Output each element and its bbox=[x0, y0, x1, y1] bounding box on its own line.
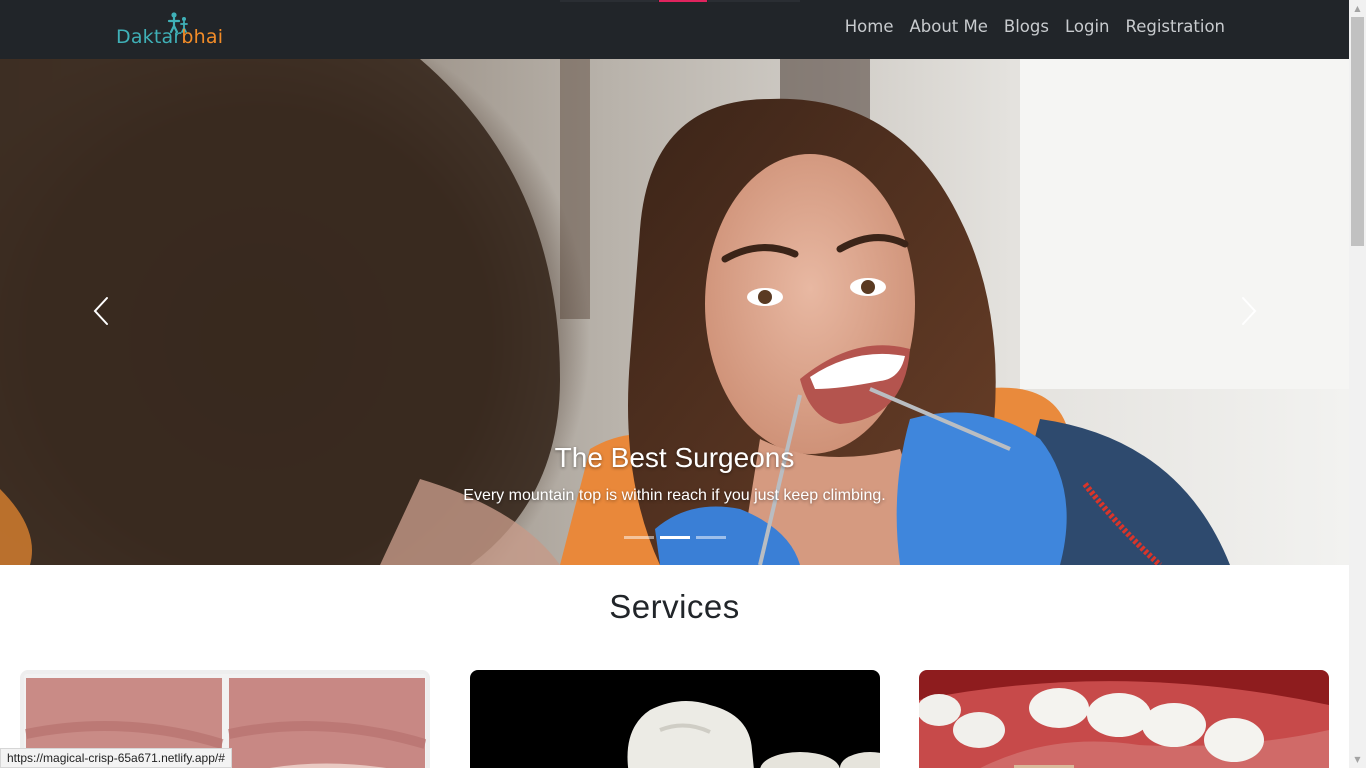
top-strip-active bbox=[659, 0, 707, 2]
brand-logo[interactable]: Daktarbhai bbox=[116, 12, 236, 52]
top-strip-inactive bbox=[708, 0, 800, 2]
service-card-2[interactable] bbox=[470, 670, 880, 768]
main-nav: Home About Me Blogs Login Registration bbox=[845, 17, 1225, 36]
scroll-down-arrow-icon[interactable]: ▼ bbox=[1349, 751, 1366, 768]
carousel-indicator-2[interactable] bbox=[660, 536, 690, 539]
browser-status-url: https://magical-crisp-65a671.netlify.app… bbox=[0, 748, 232, 768]
top-strip-inactive bbox=[560, 0, 658, 2]
hero-caption-title: The Best Surgeons bbox=[554, 442, 795, 473]
carousel-indicator-3[interactable] bbox=[696, 536, 726, 539]
service-card-3[interactable] bbox=[919, 670, 1329, 768]
logo-text-daktar: Daktar bbox=[116, 26, 182, 48]
nav-link-login[interactable]: Login bbox=[1065, 17, 1110, 36]
hero-carousel: The Best Surgeons Every mountain top is … bbox=[0, 59, 1349, 565]
hero-caption-subtitle: Every mountain top is within reach if yo… bbox=[463, 487, 886, 504]
nav-link-blogs[interactable]: Blogs bbox=[1004, 17, 1049, 36]
navbar: Daktarbhai Home About Me Blogs Login Reg… bbox=[0, 0, 1349, 59]
chevron-right-icon bbox=[1242, 297, 1257, 325]
page-viewport: Daktarbhai Home About Me Blogs Login Reg… bbox=[0, 0, 1349, 768]
nav-link-home[interactable]: Home bbox=[845, 17, 894, 36]
scroll-thumb[interactable] bbox=[1351, 17, 1364, 246]
scroll-up-arrow-icon[interactable]: ▲ bbox=[1349, 0, 1366, 17]
nav-link-registration[interactable]: Registration bbox=[1126, 17, 1226, 36]
carousel-indicators bbox=[624, 536, 726, 539]
service-card-3-image bbox=[919, 670, 1329, 768]
carousel-next-button[interactable] bbox=[1228, 291, 1268, 331]
carousel-indicator-1[interactable] bbox=[624, 536, 654, 539]
logo-text-bhai: bhai bbox=[181, 26, 224, 48]
service-card-2-image bbox=[470, 670, 880, 768]
logo-text: Daktarbhai bbox=[116, 26, 223, 48]
services-heading: Services bbox=[609, 588, 740, 625]
chevron-left-icon bbox=[93, 297, 108, 325]
vertical-scrollbar[interactable]: ▲ ▼ bbox=[1349, 0, 1366, 768]
carousel-prev-button[interactable] bbox=[82, 291, 122, 331]
nav-link-about-me[interactable]: About Me bbox=[909, 17, 987, 36]
